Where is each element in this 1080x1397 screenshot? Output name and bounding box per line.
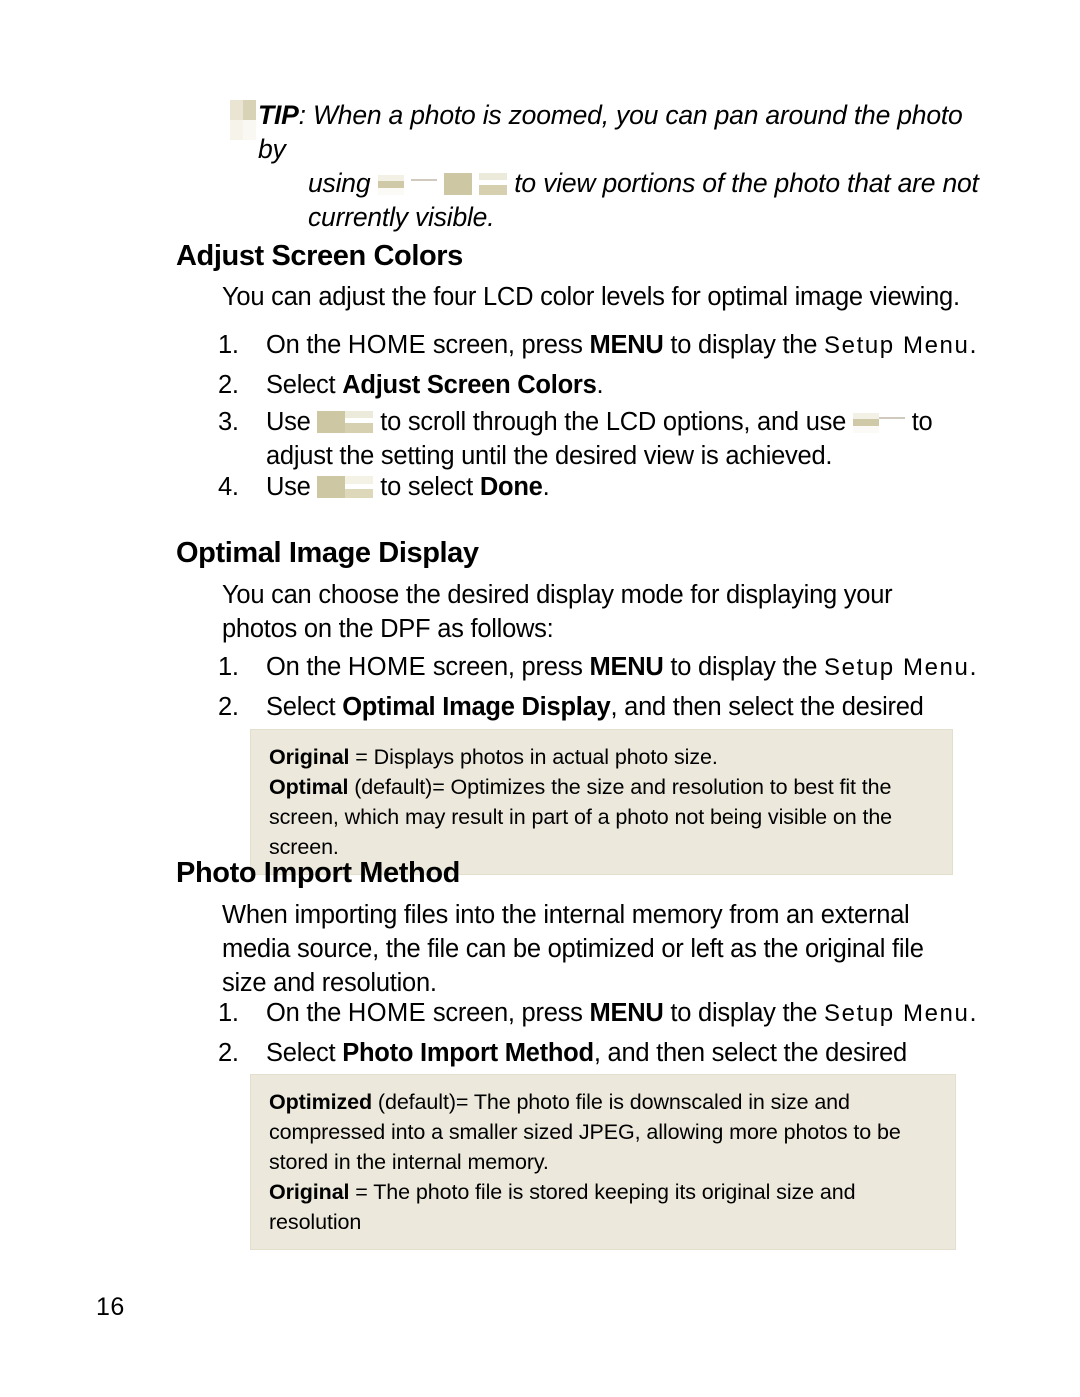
step-part: . xyxy=(969,999,977,1027)
step-3-adjust-screen-colors: 3. Use to scroll through the LCD options… xyxy=(218,405,988,473)
setup-menu-keyword: Setup Menu xyxy=(824,654,970,681)
document-page: TIP: When a photo is zoomed, you can pan… xyxy=(0,0,1080,1397)
step-part: to display the xyxy=(663,653,825,681)
dpad-down-key-icon xyxy=(479,173,508,195)
note-term: Original xyxy=(269,745,350,769)
intro-adjust-screen-colors: You can adjust the four LCD color levels… xyxy=(222,283,960,311)
tip-line-2: using to view portions of the photo that… xyxy=(258,166,990,200)
step-text: Select Adjust Screen Colors. xyxy=(218,368,988,402)
step-number: 4. xyxy=(218,473,239,501)
photo-import-method-note: Optimized (default)= The photo file is d… xyxy=(250,1074,956,1250)
step-part: to display the xyxy=(663,331,825,359)
dpad-down-key-icon xyxy=(345,476,374,498)
setup-menu-keyword: Setup Menu xyxy=(824,1000,970,1027)
optimal-image-display-note: Original = Displays photos in actual pho… xyxy=(250,729,953,875)
menu-keyword: MENU xyxy=(589,653,664,681)
tip-line-3: currently visible. xyxy=(308,202,495,232)
note-term: Optimized xyxy=(269,1090,373,1114)
step-2-adjust-screen-colors: 2. Select Adjust Screen Colors. xyxy=(218,368,988,402)
step-1-photo-import-method: 1. On the HOME screen, press MENU to dis… xyxy=(218,996,988,1031)
tip-line-2-before: using xyxy=(308,168,371,198)
step-part: . xyxy=(969,331,977,359)
heading-optimal-image-display: Optimal Image Display xyxy=(176,537,479,569)
heading-adjust-screen-colors: Adjust Screen Colors xyxy=(176,240,463,272)
step-part: . xyxy=(596,371,604,399)
step-1-optimal-image-display: 1. On the HOME screen, press MENU to dis… xyxy=(218,650,988,685)
step-text: On the HOME screen, press MENU to displa… xyxy=(218,650,988,685)
note-line: Optimized (default)= The photo file is d… xyxy=(269,1087,937,1177)
tip-text: TIP: When a photo is zoomed, you can pan… xyxy=(230,98,990,234)
step-number: 2. xyxy=(218,371,239,399)
tip-callout: TIP: When a photo is zoomed, you can pan… xyxy=(230,98,990,234)
note-desc: = The photo file is stored keeping its o… xyxy=(269,1180,856,1234)
dpad-left-key-icon xyxy=(377,175,404,195)
setup-menu-keyword: Setup Menu xyxy=(824,332,970,359)
note-term: Original xyxy=(269,1180,350,1204)
home-keyword: HOME xyxy=(347,331,426,359)
menu-item-name: Optimal Image Display xyxy=(342,693,611,721)
dpad-left-key-icon xyxy=(852,413,879,433)
tip-bullet-icon xyxy=(230,100,256,140)
step-text: On the HOME screen, press MENU to displa… xyxy=(218,328,988,363)
note-term: Optimal xyxy=(269,775,349,799)
step-part: Use xyxy=(266,473,318,501)
page-number: 16 xyxy=(96,1293,125,1321)
step-part: to select xyxy=(373,473,480,501)
dpad-up-key-icon xyxy=(317,411,346,433)
step-number: 2. xyxy=(218,1039,239,1067)
step-4-adjust-screen-colors: 4. Use to select Done. xyxy=(218,470,988,504)
dpad-right-key-icon xyxy=(878,413,905,433)
step-part: screen, press xyxy=(426,999,590,1027)
step-number: 1. xyxy=(218,653,239,681)
step-part: screen, press xyxy=(426,653,590,681)
step-number: 1. xyxy=(218,331,239,359)
intro-optimal-image-display: You can choose the desired display mode … xyxy=(222,581,893,643)
heading-photo-import-method: Photo Import Method xyxy=(176,857,460,889)
home-keyword: HOME xyxy=(347,653,426,681)
dpad-right-key-icon xyxy=(410,175,437,195)
step-part: On the xyxy=(266,331,348,359)
note-desc: = Displays photos in actual photo size. xyxy=(349,745,718,769)
step-part: Use xyxy=(266,408,318,436)
home-keyword: HOME xyxy=(347,999,426,1027)
step-part: to display the xyxy=(663,999,825,1027)
dpad-up-key-icon xyxy=(317,476,346,498)
step-part: Select xyxy=(266,693,343,721)
tip-colon: : xyxy=(298,100,313,130)
step-part: screen, press xyxy=(426,331,590,359)
menu-keyword: MENU xyxy=(589,331,664,359)
step-part: Select xyxy=(266,1039,343,1067)
tip-label: TIP xyxy=(258,100,299,130)
step-number: 3. xyxy=(218,408,239,436)
step-part: Select xyxy=(266,371,343,399)
menu-keyword: MENU xyxy=(589,999,664,1027)
note-line: Original = Displays photos in actual pho… xyxy=(269,742,934,772)
intro-photo-import-method: When importing files into the internal m… xyxy=(222,901,924,997)
tip-line-1: When a photo is zoomed, you can pan arou… xyxy=(258,100,963,164)
step-number: 2. xyxy=(218,693,239,721)
step-part: . xyxy=(542,473,550,501)
menu-item-name: Adjust Screen Colors xyxy=(342,371,597,399)
note-default-flag: (default) xyxy=(372,1090,456,1114)
step-1-adjust-screen-colors: 1. On the HOME screen, press MENU to dis… xyxy=(218,328,988,363)
dpad-up-key-icon xyxy=(443,173,472,195)
step-part: On the xyxy=(266,653,348,681)
step-text: Use to scroll through the LCD options, a… xyxy=(218,405,988,473)
note-line: Original = The photo file is stored keep… xyxy=(269,1177,937,1237)
step-part: to scroll through the LCD options, and u… xyxy=(373,408,853,436)
step-text: Use to select Done. xyxy=(218,470,988,504)
step-part: On the xyxy=(266,999,348,1027)
note-line: Optimal (default)= Optimizes the size an… xyxy=(269,772,934,862)
menu-item-name: Photo Import Method xyxy=(342,1039,594,1067)
note-default-flag: (default) xyxy=(348,775,433,799)
dpad-down-key-icon xyxy=(345,411,374,433)
step-text: On the HOME screen, press MENU to displa… xyxy=(218,996,988,1031)
done-keyword: Done xyxy=(479,473,543,501)
step-part: . xyxy=(969,653,977,681)
step-number: 1. xyxy=(218,999,239,1027)
tip-line-2-after: to view portions of the photo that are n… xyxy=(514,168,979,198)
